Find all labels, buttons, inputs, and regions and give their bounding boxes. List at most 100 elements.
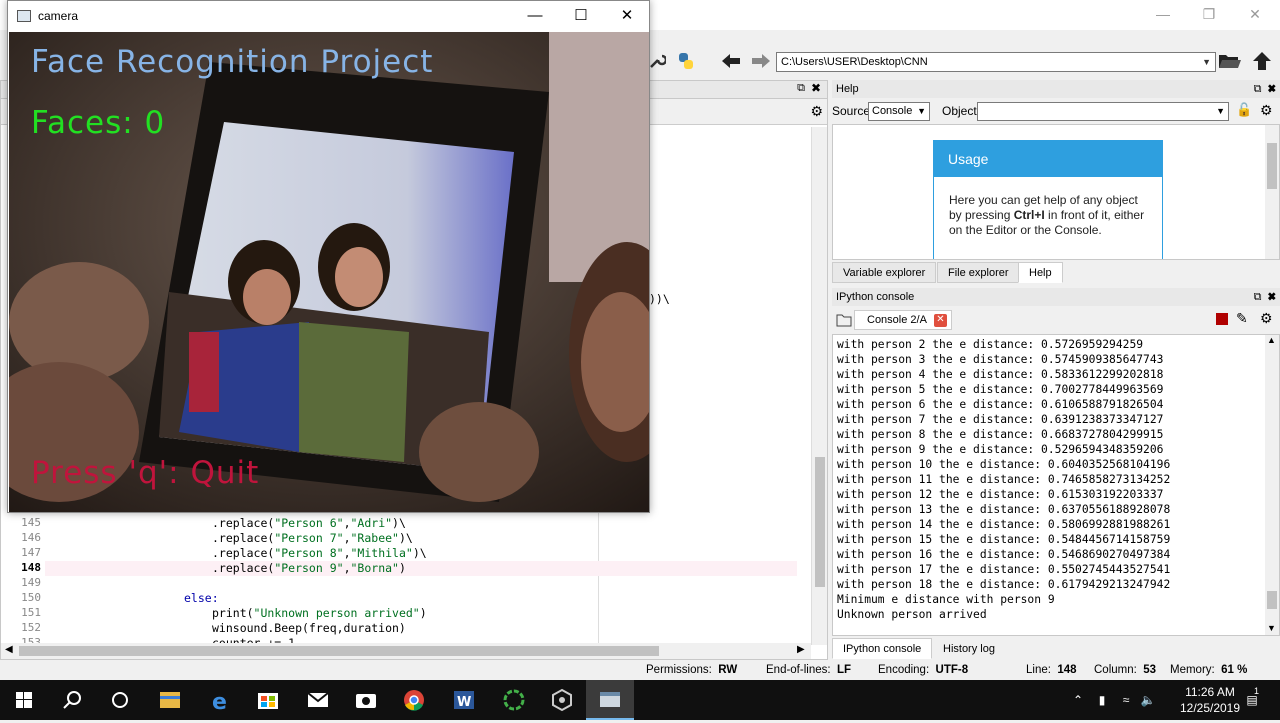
object-combo[interactable]: ▼ [977, 102, 1229, 121]
console-line: with person 12 the e distance: 0.6153031… [837, 488, 1164, 501]
working-directory-combo[interactable]: C:\Users\USER\Desktop\CNN ▼ [776, 52, 1216, 72]
gear-icon[interactable]: ⚙ [1260, 102, 1273, 119]
tab-file-explorer[interactable]: File explorer [937, 262, 1020, 283]
status-bar: Permissions: RW End-of-lines: LF Encodin… [0, 660, 1280, 680]
taskbar-chrome[interactable] [390, 680, 438, 720]
folder-icon [160, 692, 180, 708]
close-pane-icon[interactable]: ✖ [1268, 291, 1276, 303]
spyder-close-button[interactable]: ✕ [1232, 0, 1278, 30]
spyder-restore-button[interactable]: ❐ [1186, 0, 1232, 30]
camera-titlebar[interactable]: camera — ☐ ✕ [8, 1, 649, 32]
search-icon [63, 691, 81, 709]
console-output[interactable]: with person 2 the e distance: 0.57269592… [832, 334, 1280, 636]
line-number: 145 [21, 516, 41, 529]
wrench-icon[interactable] [648, 52, 666, 70]
open-folder-icon[interactable] [1218, 51, 1242, 71]
overlay-title-text: Face Recognition Project [31, 44, 434, 80]
chrome-icon [404, 690, 424, 711]
camera-icon [356, 694, 376, 708]
line-number: 146 [21, 531, 41, 544]
taskbar-store[interactable] [244, 680, 292, 720]
tab-help[interactable]: Help [1018, 262, 1063, 283]
console-line: with person 17 the e distance: 0.5502745… [837, 563, 1171, 576]
scroll-up-icon[interactable]: ▲ [1267, 335, 1276, 345]
undock-icon[interactable]: ⧉ [1254, 83, 1262, 95]
taskbar-edge[interactable]: e [196, 680, 244, 720]
console-line: with person 13 the e distance: 0.6370556… [837, 503, 1171, 516]
forward-arrow-icon[interactable] [750, 52, 772, 70]
battery-icon[interactable]: ▮ [1092, 680, 1112, 720]
console-line: with person 4 the e distance: 0.58336122… [837, 368, 1164, 381]
taskbar-camera[interactable] [342, 680, 390, 720]
permissions-status: Permissions: RW [646, 664, 738, 676]
taskbar-anaconda[interactable] [490, 680, 538, 720]
help-title-text: Help [836, 83, 859, 95]
lock-icon[interactable]: 🔓 [1236, 102, 1252, 118]
back-arrow-icon[interactable] [720, 52, 742, 70]
maximize-button[interactable]: ☐ [558, 1, 604, 32]
close-pane-icon[interactable]: ✖ [811, 81, 821, 95]
action-center-button[interactable]: ▤ 1 [1232, 680, 1272, 720]
source-combo[interactable]: Console ▼ [868, 102, 930, 121]
scroll-left-icon[interactable]: ◀ [5, 644, 13, 655]
console-tab[interactable]: Console 2/A ✕ [854, 310, 952, 330]
ipython-console-pane: IPython console ⧉ ✖ ✎ ⚙ Console 2/A ✕ wi… [832, 288, 1280, 662]
line-number: 152 [21, 621, 41, 634]
taskbar-file-explorer[interactable] [146, 680, 194, 720]
editor-vertical-scrollbar[interactable] [811, 127, 827, 645]
search-button[interactable] [48, 680, 96, 720]
taskbar-spyder[interactable] [538, 680, 586, 720]
camera-window[interactable]: camera — ☐ ✕ Face Recognition Project Fa… [7, 0, 650, 513]
tab-variable-explorer[interactable]: Variable explorer [832, 262, 937, 283]
anaconda-icon [503, 689, 525, 711]
close-icon[interactable]: ✕ [933, 314, 947, 327]
folder-icon[interactable] [836, 313, 852, 327]
code-line: .replace("Person 6","Adri")\ [212, 516, 406, 530]
taskbar-camera-window[interactable] [586, 680, 634, 720]
code-fragment: ))\ [649, 292, 670, 306]
camera-frame-image [9, 32, 649, 512]
close-button[interactable]: ✕ [604, 1, 650, 32]
usage-text: Here you can get help of any object by p… [949, 193, 1145, 237]
tab-ipython-console[interactable]: IPython console [832, 638, 933, 659]
spyder-minimize-button[interactable]: — [1140, 0, 1186, 30]
undock-icon[interactable]: ⧉ [1254, 291, 1262, 303]
close-pane-icon[interactable]: ✖ [1268, 83, 1276, 95]
stop-icon[interactable] [1216, 313, 1228, 325]
windows-icon [16, 692, 32, 708]
chevron-down-icon: ▼ [1216, 106, 1225, 116]
scroll-down-icon[interactable]: ▼ [1267, 623, 1276, 633]
chevron-down-icon: ▼ [1202, 57, 1211, 67]
console-vertical-scrollbar[interactable]: ▲ ▼ [1265, 335, 1279, 635]
help-vertical-scrollbar[interactable] [1265, 125, 1279, 259]
console-tab-label: Console 2/A [867, 314, 927, 326]
help-content: Usage Here you can get help of any objec… [832, 124, 1280, 260]
scroll-right-icon[interactable]: ▶ [797, 644, 805, 655]
taskbar-word[interactable]: W [440, 680, 488, 720]
wifi-icon[interactable]: ≈ [1116, 680, 1136, 720]
spyder-icon [552, 688, 572, 712]
chevron-up-icon[interactable]: ⌃ [1068, 680, 1088, 720]
code-line: winsound.Beep(freq,duration) [212, 621, 406, 635]
python-icon[interactable] [676, 51, 696, 71]
object-label: Object [942, 104, 977, 118]
tab-history-log[interactable]: History log [932, 638, 1006, 659]
eraser-icon[interactable]: ✎ [1236, 310, 1248, 327]
parent-directory-icon[interactable] [1252, 51, 1272, 71]
cortana-button[interactable] [96, 680, 144, 720]
gear-icon[interactable]: ⚙ [810, 103, 823, 120]
help-tabs: Variable explorer File explorer Help [832, 262, 1280, 284]
start-button[interactable] [0, 680, 48, 720]
taskbar-mail[interactable] [294, 680, 342, 720]
minimize-button[interactable]: — [512, 1, 558, 32]
console-pane-title: IPython console ⧉ ✖ [832, 288, 1280, 306]
console-title-text: IPython console [836, 291, 915, 303]
line-number: 151 [21, 606, 41, 619]
gear-icon[interactable]: ⚙ [1260, 310, 1273, 327]
working-directory-text: C:\Users\USER\Desktop\CNN [781, 56, 928, 68]
help-pane-title: Help ⧉ ✖ [832, 80, 1280, 98]
undock-icon[interactable]: ⧉ [797, 82, 805, 95]
volume-icon[interactable]: 🔈 [1138, 680, 1158, 720]
editor-horizontal-scrollbar[interactable]: ◀ ▶ [1, 643, 811, 659]
encoding-status: Encoding: UTF-8 [878, 664, 969, 676]
